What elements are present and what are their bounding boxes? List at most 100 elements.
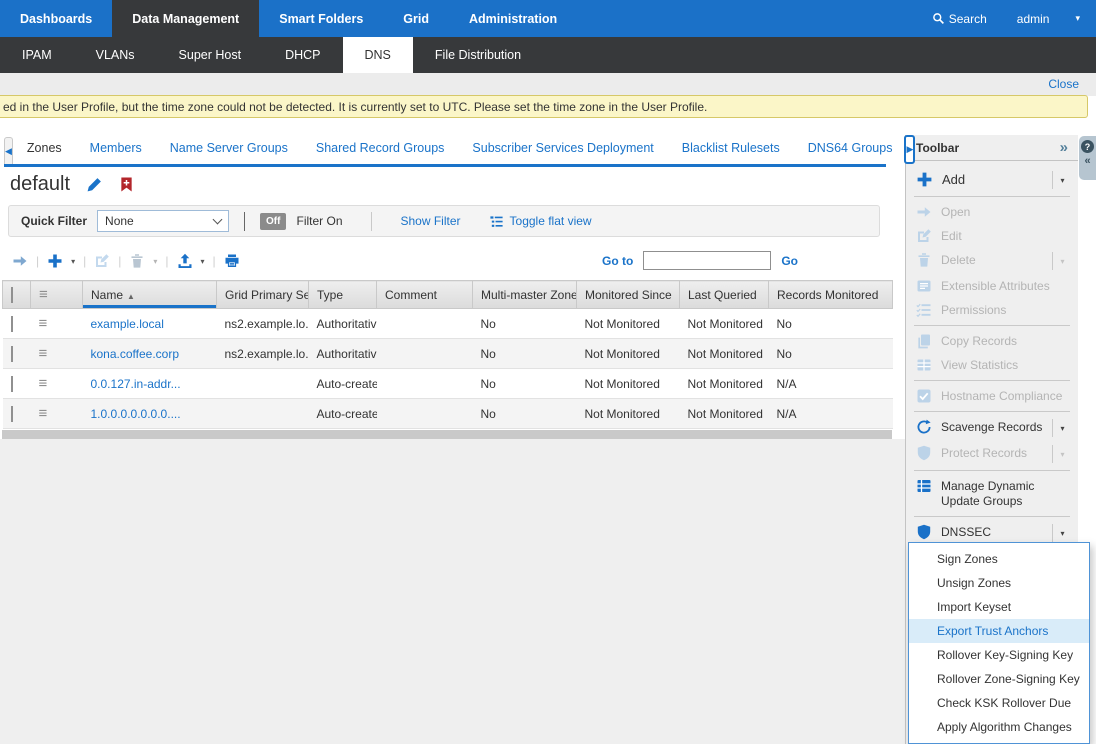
tab-name-server-groups[interactable]: Name Server Groups: [156, 134, 302, 164]
row-checkbox[interactable]: [11, 376, 13, 392]
toolbar-delete[interactable]: Delete ▾: [906, 248, 1078, 274]
tabs-scroll-left-button[interactable]: ◀: [4, 137, 13, 164]
user-caret-icon[interactable]: ▾: [1075, 13, 1080, 24]
toolbar-manage-dynamic-update-groups[interactable]: Manage Dynamic Update Groups: [906, 474, 1078, 513]
menu-item-check-ksk-rollover[interactable]: Check KSK Rollover Due: [909, 691, 1089, 715]
toolbar-copy-records[interactable]: Copy Records: [906, 329, 1078, 353]
column-header-multi-master[interactable]: Multi-master Zone: [473, 281, 577, 309]
subnav-super-host[interactable]: Super Host: [157, 37, 264, 73]
toolbar-permissions[interactable]: Permissions: [906, 298, 1078, 322]
menu-item-export-trust-anchors[interactable]: Export Trust Anchors: [909, 619, 1089, 643]
column-header-last-queried[interactable]: Last Queried: [680, 281, 769, 309]
user-menu[interactable]: admin: [1017, 12, 1050, 26]
menu-item-unsign-zones[interactable]: Unsign Zones: [909, 571, 1089, 595]
main-content: ◀ Zones Members Name Server Groups Share…: [0, 118, 905, 744]
select-all-checkbox[interactable]: [11, 287, 13, 303]
tab-shared-record-groups[interactable]: Shared Record Groups: [302, 134, 459, 164]
delete-caret[interactable]: ▾: [1052, 252, 1072, 270]
row-menu-icon[interactable]: ≡: [39, 405, 48, 422]
zone-link[interactable]: 1.0.0.0.0.0.0.0....: [91, 407, 181, 421]
tab-zones[interactable]: Zones: [13, 134, 76, 164]
filter-toggle-button[interactable]: Off: [260, 213, 286, 230]
edit-view-icon[interactable]: [86, 176, 103, 193]
toolbar-hostname-compliance[interactable]: Hostname Compliance: [906, 384, 1078, 408]
goto-input[interactable]: [643, 251, 771, 270]
toolbar-scavenge-records[interactable]: Scavenge Records ▾: [906, 415, 1078, 441]
row-menu-icon[interactable]: ≡: [39, 345, 48, 362]
subnav-ipam[interactable]: IPAM: [0, 37, 74, 73]
zone-link[interactable]: example.local: [91, 317, 164, 331]
row-checkbox[interactable]: [11, 346, 13, 362]
menu-item-apply-algorithm-changes[interactable]: Apply Algorithm Changes: [909, 715, 1089, 739]
print-button[interactable]: [224, 253, 240, 269]
nav-administration[interactable]: Administration: [449, 0, 577, 37]
tabs-scroll-right-button[interactable]: ▶: [904, 135, 915, 164]
row-checkbox[interactable]: [11, 316, 13, 332]
collapse-panel-icon[interactable]: «: [1084, 155, 1090, 168]
scavenge-caret[interactable]: ▾: [1052, 419, 1072, 437]
toolbar-view-statistics[interactable]: View Statistics: [906, 353, 1078, 377]
toolbar-open[interactable]: Open: [906, 200, 1078, 224]
column-header-records-monitored[interactable]: Records Monitored: [769, 281, 893, 309]
subnav-vlans[interactable]: VLANs: [74, 37, 157, 73]
menu-item-rollover-zsk[interactable]: Rollover Zone-Signing Key: [909, 667, 1089, 691]
protect-caret[interactable]: ▾: [1052, 445, 1072, 463]
zone-link[interactable]: kona.coffee.corp: [91, 347, 180, 361]
export-button[interactable]: [177, 253, 193, 269]
tab-dns64-groups[interactable]: DNS64 Groups: [794, 134, 907, 164]
trash-icon: [916, 252, 932, 268]
subnav-dns[interactable]: DNS: [343, 37, 413, 73]
delete-button[interactable]: [129, 253, 145, 269]
nav-data-management[interactable]: Data Management: [112, 0, 259, 37]
quick-filter-label: Quick Filter: [21, 214, 87, 228]
dnssec-caret[interactable]: ▾: [1052, 524, 1072, 542]
edit-button[interactable]: [94, 253, 110, 269]
tab-subscriber-services-deployment[interactable]: Subscriber Services Deployment: [458, 134, 667, 164]
row-menu-icon[interactable]: ≡: [39, 315, 48, 332]
column-menu-icon[interactable]: ≡: [39, 286, 48, 303]
tab-blacklist-rulesets[interactable]: Blacklist Rulesets: [668, 134, 794, 164]
panel-expand-icon[interactable]: »: [1060, 139, 1068, 156]
section-tabs: ◀ Zones Members Name Server Groups Share…: [4, 135, 886, 167]
toggle-flat-view[interactable]: Toggle flat view: [489, 214, 592, 229]
menu-item-sign-zones[interactable]: Sign Zones: [909, 547, 1089, 571]
zone-link[interactable]: 0.0.127.in-addr...: [91, 377, 181, 391]
toolbar-protect-records[interactable]: Protect Records ▾: [906, 441, 1078, 467]
add-button[interactable]: [47, 253, 63, 269]
nav-dashboards[interactable]: Dashboards: [0, 0, 112, 37]
tab-next-icon: ▶: [906, 144, 913, 155]
nav-grid[interactable]: Grid: [383, 0, 449, 37]
go-button[interactable]: Go: [781, 254, 798, 268]
add-caret[interactable]: ▾: [1052, 171, 1072, 189]
menu-item-import-keyset[interactable]: Import Keyset: [909, 595, 1089, 619]
column-header-name[interactable]: Name▲: [83, 281, 217, 309]
add-menu-caret[interactable]: ▾: [71, 257, 75, 266]
show-filter-link[interactable]: Show Filter: [401, 214, 461, 228]
flat-view-label: Toggle flat view: [510, 214, 592, 228]
quick-filter-select[interactable]: None: [97, 210, 229, 232]
column-header-type[interactable]: Type: [309, 281, 377, 309]
menu-item-rollover-ksk[interactable]: Rollover Key-Signing Key: [909, 643, 1089, 667]
open-button[interactable]: [12, 253, 28, 269]
nav-smart-folders[interactable]: Smart Folders: [259, 0, 383, 37]
toolbar-edit[interactable]: Edit: [906, 224, 1078, 248]
zones-table: ≡ Name▲ Grid Primary Se... Type Comment …: [2, 280, 892, 429]
notice-close-link[interactable]: Close: [1048, 77, 1079, 91]
horizontal-scrollbar[interactable]: [2, 430, 892, 439]
help-icon[interactable]: ?: [1081, 140, 1094, 153]
goto-control: Go to Go: [602, 251, 798, 270]
subnav-file-distribution[interactable]: File Distribution: [413, 37, 543, 73]
toolbar-extensible-attributes[interactable]: Extensible Attributes: [906, 274, 1078, 298]
global-search[interactable]: Search: [932, 12, 987, 26]
column-header-comment[interactable]: Comment: [377, 281, 473, 309]
tab-members[interactable]: Members: [76, 134, 156, 164]
export-menu-caret[interactable]: ▾: [201, 257, 205, 266]
row-menu-icon[interactable]: ≡: [39, 375, 48, 392]
column-header-grid-primary[interactable]: Grid Primary Se...: [217, 281, 309, 309]
toolbar-add[interactable]: Add ▾: [906, 167, 1078, 193]
subnav-dhcp[interactable]: DHCP: [263, 37, 342, 73]
row-checkbox[interactable]: [11, 406, 13, 422]
delete-menu-caret[interactable]: ▾: [153, 257, 157, 266]
bookmark-add-icon[interactable]: [119, 176, 136, 193]
column-header-monitored-since[interactable]: Monitored Since: [577, 281, 680, 309]
